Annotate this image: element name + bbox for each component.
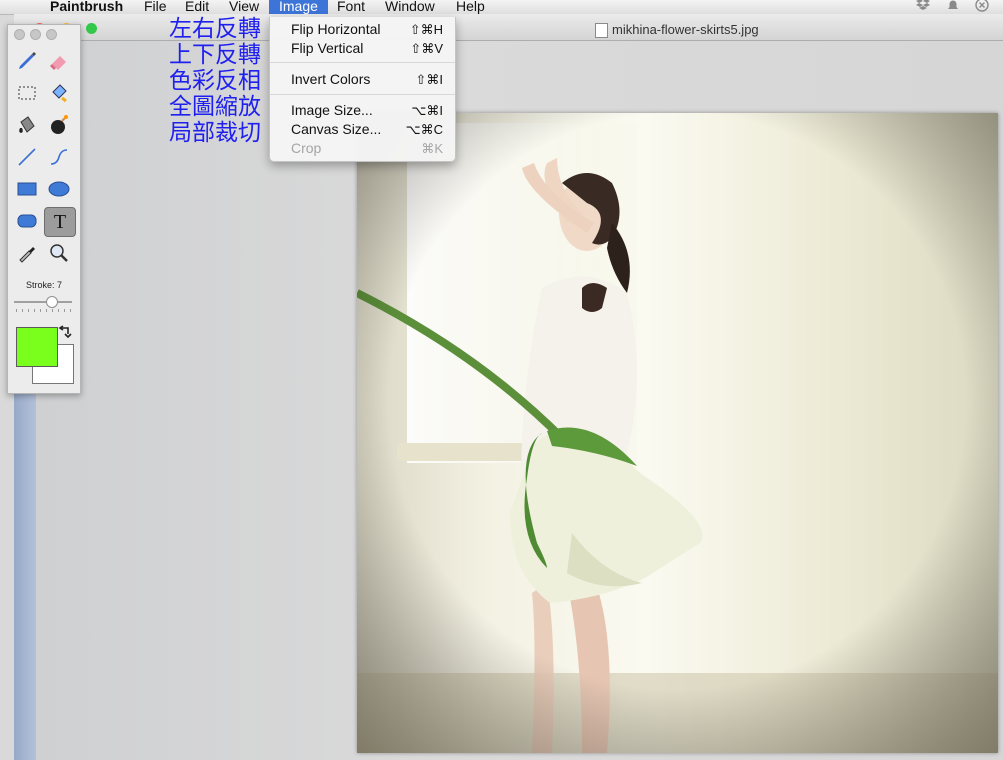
palette-titlebar[interactable] — [8, 25, 80, 43]
menu-item-crop: Crop ⌘K — [291, 140, 443, 156]
rounded-rect-tool-icon[interactable] — [12, 207, 42, 235]
menu-image[interactable]: Image — [269, 0, 328, 15]
rectangle-tool-icon[interactable] — [12, 175, 42, 203]
palette-zoom-button[interactable] — [46, 29, 57, 40]
menu-help[interactable]: Help — [456, 0, 485, 14]
menu-item-flip-vertical[interactable]: Flip Vertical ⇧⌘V — [270, 39, 455, 58]
ellipse-tool-icon[interactable] — [44, 175, 74, 203]
shortcut-canvas-size: ⌥⌘C — [405, 122, 443, 137]
selection-tool-icon[interactable] — [12, 79, 42, 107]
eraser-tool-icon[interactable] — [44, 47, 74, 75]
canvas-image[interactable] — [357, 113, 998, 753]
menu-window[interactable]: Window — [385, 0, 435, 14]
stroke-label: Stroke: 7 — [25, 280, 63, 290]
annotation-flip-vertical: 上下反轉 — [169, 42, 261, 68]
menu-item-canvas-size[interactable]: Canvas Size... ⌥⌘C — [270, 120, 455, 139]
brush-tool-icon[interactable] — [12, 47, 42, 75]
text-tool-glyph: T — [53, 210, 67, 233]
annotation-flip-horizontal: 左右反轉 — [169, 16, 261, 42]
annotation-crop: 局部裁切 — [169, 120, 261, 146]
menu-item-invert-colors[interactable]: Invert Colors ⇧⌘I — [270, 70, 455, 89]
foreground-color-swatch[interactable] — [16, 327, 58, 367]
window-titlebar[interactable]: mikhina-flower-skirts5.jpg — [14, 14, 1003, 41]
shortcut-invert-colors: ⇧⌘I — [415, 72, 443, 87]
dropbox-icon[interactable] — [914, 0, 932, 15]
menu-separator — [270, 62, 455, 63]
zoom-window-button[interactable] — [86, 23, 97, 34]
palette-close-button[interactable] — [14, 29, 25, 40]
menu-file[interactable]: File — [144, 0, 167, 14]
menu-edit[interactable]: Edit — [185, 0, 209, 14]
menu-view[interactable]: View — [229, 0, 259, 14]
shortcut-image-size: ⌥⌘I — [411, 103, 443, 118]
zoom-tool-icon[interactable] — [44, 239, 74, 267]
stroke-slider-track[interactable] — [14, 301, 72, 303]
tools-palette: T Stroke: 7 — [7, 24, 81, 394]
annotation-list: 左右反轉 上下反轉 色彩反相 全圖縮放 局部裁切 — [169, 16, 261, 146]
menu-item-image-size[interactable]: Image Size... ⌥⌘I — [270, 101, 455, 120]
fill-tool-icon[interactable] — [44, 79, 74, 107]
window-title: mikhina-flower-skirts5.jpg — [612, 22, 759, 37]
bomb-icon[interactable] — [44, 111, 74, 139]
annotation-image-size: 全圖縮放 — [169, 94, 261, 120]
eyedropper-tool-icon[interactable] — [12, 239, 42, 267]
swap-colors-icon[interactable] — [58, 325, 72, 342]
stroke-slider-knob[interactable] — [46, 296, 58, 308]
shortcut-flip-vertical: ⇧⌘V — [410, 41, 443, 56]
text-tool-icon[interactable]: T — [44, 207, 76, 237]
document-icon — [595, 23, 608, 38]
palette-minimize-button[interactable] — [30, 29, 41, 40]
stroke-slider-ticks — [16, 309, 72, 312]
menu-item-flip-horizontal[interactable]: Flip Horizontal ⇧⌘H — [270, 20, 455, 39]
line-tool-icon[interactable] — [12, 143, 42, 171]
curve-tool-icon[interactable] — [44, 143, 74, 171]
menu-bar: Paintbrush File Edit View Image Font Win… — [0, 0, 1003, 15]
app-menu[interactable]: Paintbrush — [50, 0, 123, 14]
menu-separator — [270, 94, 455, 95]
shortcut-crop: ⌘K — [421, 141, 443, 156]
annotation-invert-colors: 色彩反相 — [169, 68, 261, 94]
menu-font[interactable]: Font — [337, 0, 365, 14]
notification-icon[interactable] — [945, 0, 961, 15]
shortcut-flip-horizontal: ⇧⌘H — [409, 22, 443, 37]
paint-bucket-icon[interactable] — [12, 111, 42, 139]
image-menu-dropdown: Flip Horizontal ⇧⌘H Flip Vertical ⇧⌘V In… — [269, 17, 456, 162]
close-circle-icon[interactable] — [975, 0, 989, 15]
